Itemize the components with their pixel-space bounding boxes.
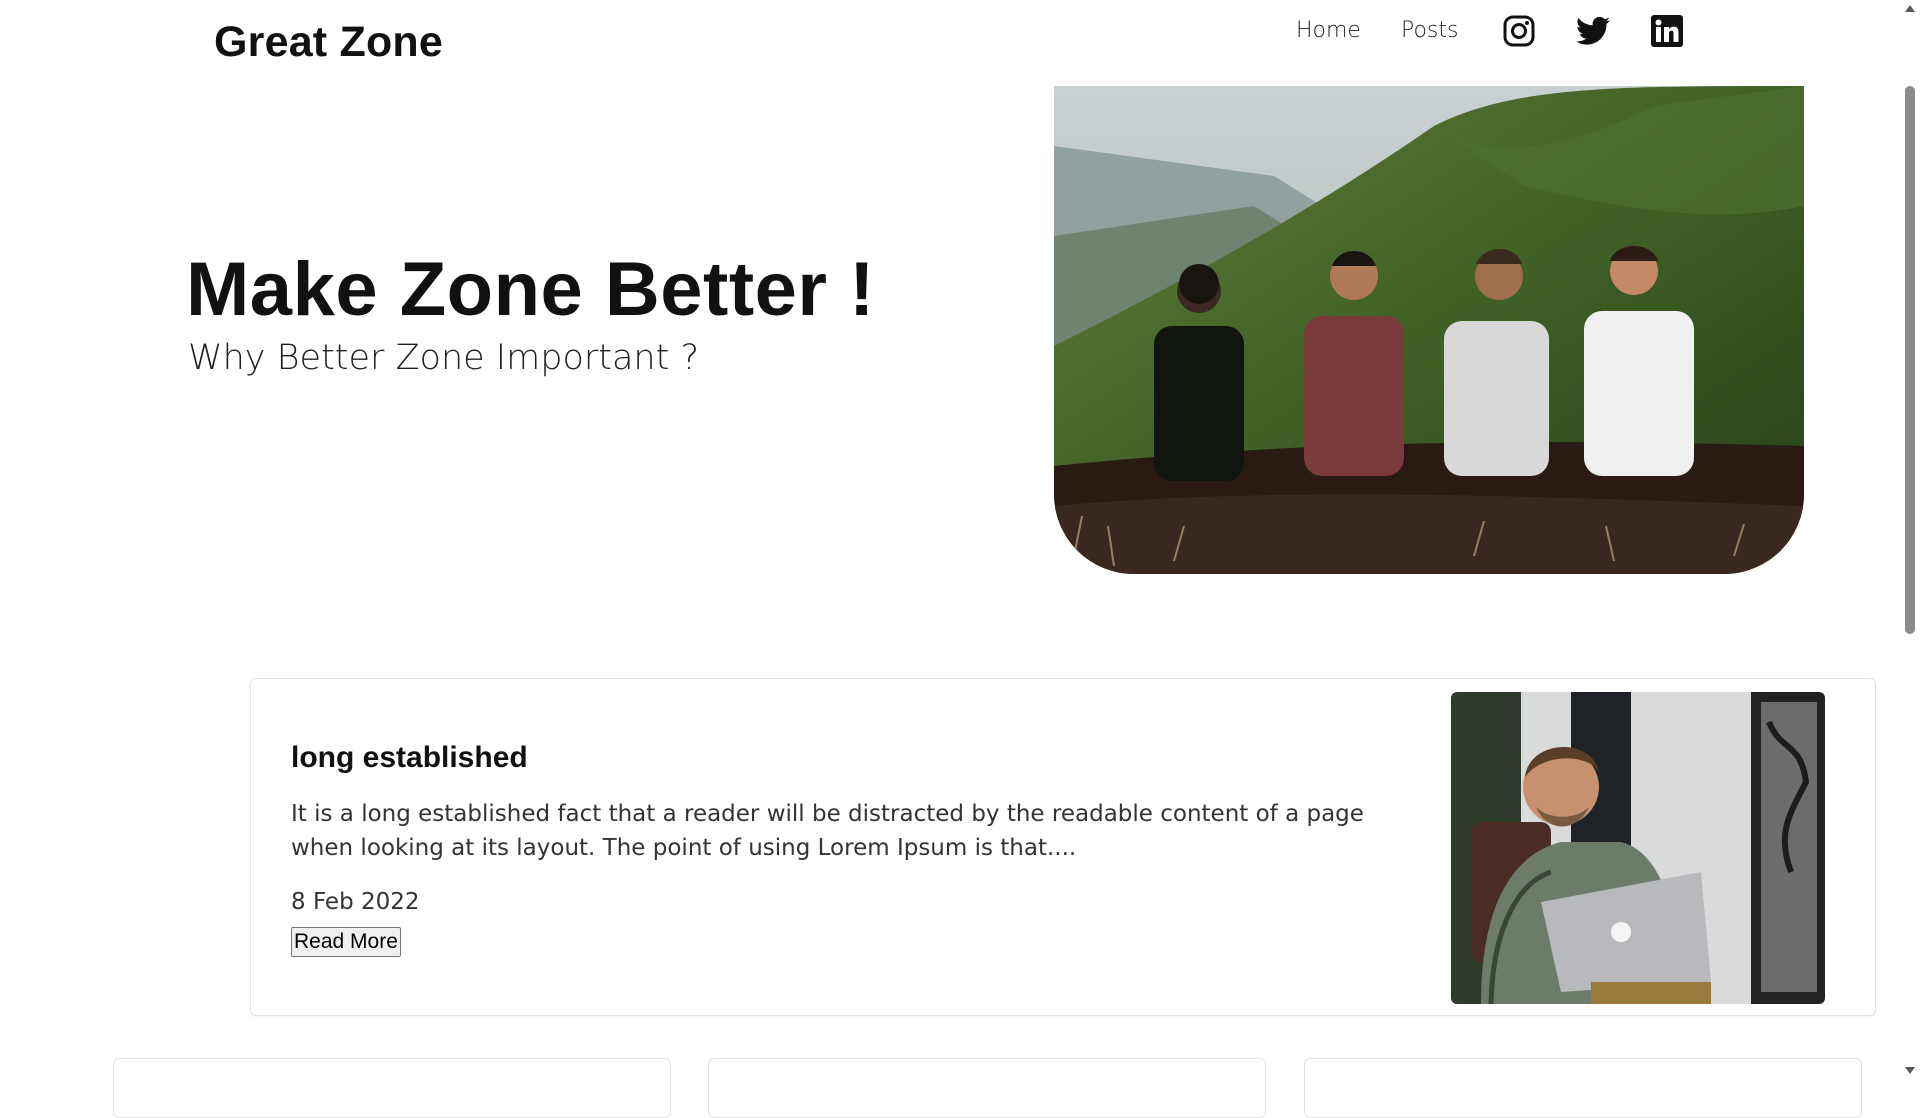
post-card-preview-2 — [708, 1058, 1266, 1118]
instagram-icon[interactable] — [1502, 14, 1536, 48]
hero-image — [1054, 86, 1804, 574]
nav-link-home[interactable]: Home — [1296, 14, 1361, 48]
scroll-down-icon[interactable] — [1905, 1067, 1915, 1074]
post-card-preview-3 — [1304, 1058, 1862, 1118]
post-date: 8 Feb 2022 — [291, 889, 420, 915]
site-logo[interactable]: Great Zone — [214, 18, 443, 67]
post-excerpt: It is a long established fact that a rea… — [291, 801, 1364, 861]
hero-title: Make Zone Better ! — [186, 247, 875, 332]
nav-link-posts[interactable]: Posts — [1401, 14, 1459, 48]
read-more-button[interactable]: Read More — [291, 927, 401, 957]
scroll-thumb[interactable] — [1905, 86, 1915, 634]
hero-subtitle: Why Better Zone Important ? — [188, 338, 700, 378]
post-card-preview-1 — [113, 1058, 671, 1118]
scroll-up-icon[interactable] — [1905, 5, 1915, 12]
post-image — [1451, 692, 1825, 1004]
social-links — [1502, 14, 1684, 48]
linkedin-icon[interactable] — [1650, 14, 1684, 48]
vertical-scrollbar[interactable] — [1900, 0, 1920, 1080]
post-title[interactable]: long established — [291, 741, 528, 775]
twitter-icon[interactable] — [1576, 14, 1611, 48]
post-card: long established It is a long establishe… — [250, 678, 1876, 1016]
main-nav: Home Posts — [1296, 14, 1684, 48]
